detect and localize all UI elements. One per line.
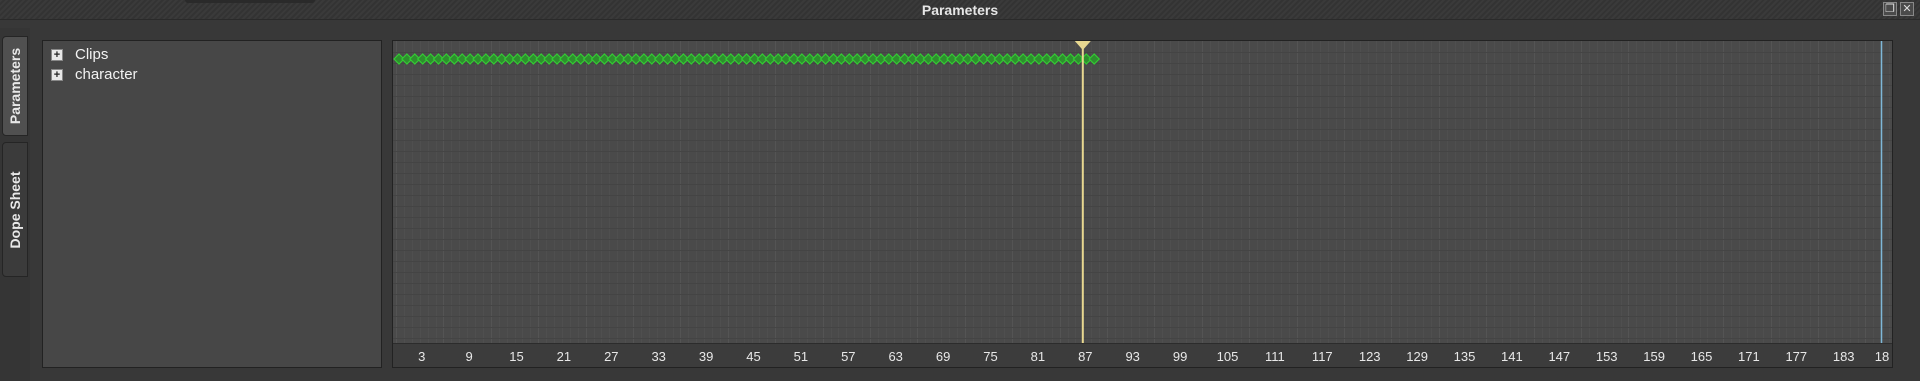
- frame-ruler[interactable]: 3 9 15 21 27 33 39 45 51 57 63 69 75 81 87 93 99 105 111 11…: [393, 343, 1892, 367]
- ruler-tick-label: 27: [604, 349, 619, 364]
- tab-dope-sheet-label: Dope Sheet: [7, 170, 23, 249]
- ruler-tick-label: 33: [651, 349, 666, 364]
- tree-item-clips[interactable]: + Clips: [43, 45, 381, 65]
- side-tab-bar: Parameters Dope Sheet: [0, 28, 30, 381]
- ruler-tick-label: 39: [698, 349, 714, 364]
- tree-item-label: Clips: [75, 46, 109, 63]
- ruler-tick-label: 57: [841, 349, 856, 364]
- ruler-tick-label: 63: [888, 349, 903, 364]
- ruler-tick-label: 3: [418, 349, 426, 364]
- ruler-tick-label: 171: [1738, 349, 1760, 364]
- ruler-tick-label: 51: [793, 349, 809, 364]
- keyframe[interactable]: [1088, 53, 1101, 65]
- ruler-tick-label: 45: [746, 349, 761, 364]
- parameters-window: Parameters ❐ ✕ Parameters Dope Sheet + C…: [0, 0, 1920, 381]
- tab-parameters[interactable]: Parameters: [2, 36, 28, 136]
- ruler-tick-label: 159: [1643, 349, 1665, 364]
- timeline-canvas[interactable]: [393, 41, 1892, 367]
- ruler-tick-label: 147: [1548, 349, 1571, 364]
- float-window-icon[interactable]: ❐: [1883, 2, 1897, 16]
- window-title: Parameters: [921, 2, 999, 18]
- tree-item-label: character: [75, 66, 138, 83]
- ruler-tick-label: 18: [1874, 349, 1890, 364]
- ruler-tick-label: 117: [1311, 349, 1333, 364]
- ruler-tick-label: 93: [1125, 349, 1140, 364]
- playhead-top-handle[interactable]: [1074, 41, 1091, 50]
- ruler-tick-label: 111: [1265, 349, 1285, 364]
- ruler-tick-label: 9: [465, 349, 473, 364]
- ruler-tick-label: 177: [1785, 349, 1808, 364]
- ruler-tick-label: 135: [1453, 349, 1476, 364]
- close-icon[interactable]: ✕: [1900, 2, 1914, 16]
- ruler-tick-label: 123: [1358, 349, 1381, 364]
- ruler-tick-label: 183: [1832, 349, 1855, 364]
- parameter-tree: + Clips + character: [42, 40, 382, 368]
- ruler-tick-label: 69: [935, 349, 951, 364]
- ruler-tick-label: 153: [1595, 349, 1618, 364]
- tab-parameters-label: Parameters: [7, 47, 23, 125]
- ruler-tick-label: 105: [1216, 349, 1239, 364]
- tree-item-character[interactable]: + character: [43, 65, 381, 85]
- ruler-tick-label: 99: [1172, 349, 1188, 364]
- expand-icon[interactable]: +: [51, 69, 63, 81]
- expand-icon[interactable]: +: [51, 49, 63, 61]
- ruler-tick-label: 75: [983, 349, 998, 364]
- ruler-tick-label: 15: [509, 349, 524, 364]
- ruler-tick-label: 141: [1501, 349, 1523, 364]
- ruler-tick-label: 129: [1406, 349, 1428, 364]
- ruler-tick-label: 165: [1690, 349, 1713, 364]
- ruler-tick-label: 81: [1030, 349, 1046, 364]
- tab-dope-sheet[interactable]: Dope Sheet: [2, 142, 28, 277]
- ruler-tick-label: 87: [1078, 349, 1093, 364]
- dope-sheet-timeline[interactable]: 3 9 15 21 27 33 39 45 51 57 63 69 75 81 87 93 99 105 111 11…: [392, 40, 1893, 368]
- title-bar: Parameters ❐ ✕: [0, 0, 1920, 20]
- ruler-tick-label: 21: [556, 349, 572, 364]
